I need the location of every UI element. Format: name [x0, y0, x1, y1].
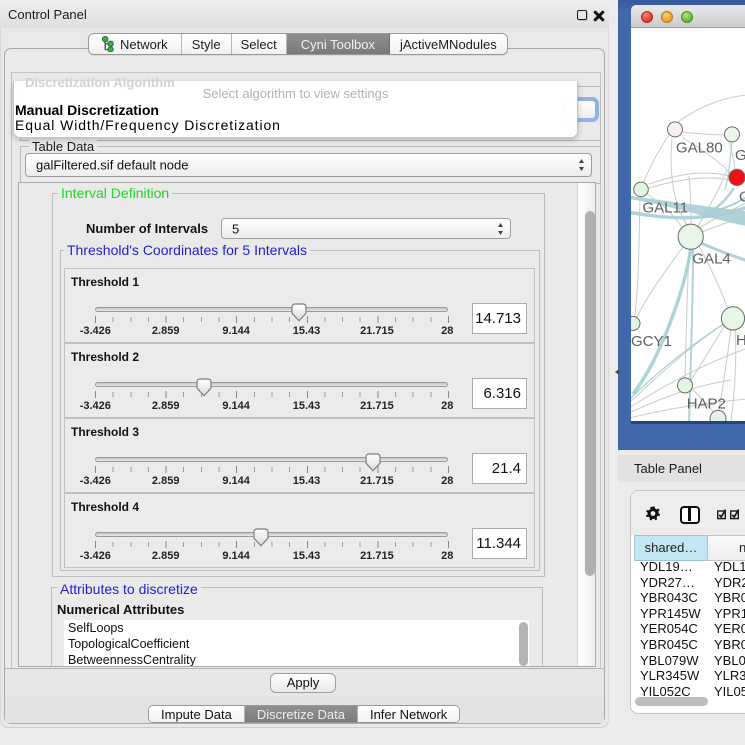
svg-text:GAL80: GAL80: [676, 139, 723, 156]
svg-text:GAL3: GAL3: [735, 147, 745, 164]
svg-text:CYC8: CYC8: [739, 189, 745, 206]
svg-text:GAL11: GAL11: [643, 199, 689, 216]
svg-text:HAP2: HAP2: [687, 395, 726, 412]
svg-text:GCY1: GCY1: [631, 333, 672, 350]
svg-text:GAL4: GAL4: [692, 250, 730, 267]
svg-text:HIS4: HIS4: [736, 332, 745, 349]
